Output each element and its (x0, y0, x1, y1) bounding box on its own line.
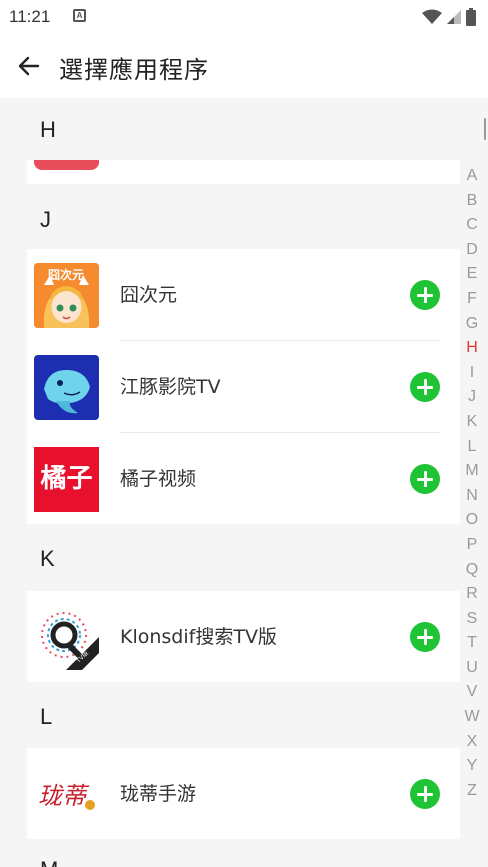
section-card-l: 珑蒂 珑蒂手游 (27, 748, 460, 839)
app-name: 珑蒂手游 (120, 783, 197, 805)
add-button[interactable] (410, 280, 440, 310)
alphabet-letter-w[interactable]: W (461, 705, 483, 730)
app-icon-partial[interactable] (34, 160, 99, 170)
wifi-icon (422, 9, 442, 24)
app-name: 江豚影院TV (120, 376, 221, 398)
app-bar: 選擇應用程序 (0, 34, 488, 98)
app-icon-label: 橘子 (40, 464, 93, 494)
magnifier-icon (41, 612, 99, 670)
add-button[interactable] (410, 464, 440, 494)
alphabet-letter-y[interactable]: Y (461, 754, 483, 779)
scrollbar[interactable] (484, 118, 486, 140)
section-header-j: J (40, 207, 51, 232)
status-bar: 11:21 A (0, 0, 488, 34)
app-icon-label: 珑蒂 (38, 782, 86, 810)
app-icon-label: 囧次元 (48, 268, 85, 282)
alphabet-letter-h[interactable]: H (461, 336, 483, 361)
alphabet-letter-z[interactable]: Z (461, 779, 483, 804)
alphabet-letter-r[interactable]: R (461, 582, 483, 607)
alphabet-letter-i[interactable]: I (461, 361, 483, 386)
list-item-app[interactable]: TV版 Klonsdif搜索TV版 (27, 591, 460, 683)
list-item-app[interactable]: 囧次元 囧次元 (27, 249, 460, 341)
alphabet-letter-b[interactable]: B (461, 189, 483, 214)
section-header-h: H (40, 117, 56, 142)
alphabet-letter-u[interactable]: U (461, 656, 483, 681)
app-name: 橘子视频 (120, 468, 197, 490)
alphabet-letter-n[interactable]: N (461, 484, 483, 509)
section-header-l: L (40, 704, 53, 729)
notification-icon: A (73, 9, 86, 22)
alphabet-letter-m[interactable]: M (461, 459, 483, 484)
alphabet-letter-g[interactable]: G (461, 312, 483, 337)
alphabet-letter-s[interactable]: S (461, 607, 483, 632)
alphabet-letter-c[interactable]: C (461, 213, 483, 238)
app-name: Klonsdif搜索TV版 (120, 626, 277, 648)
app-icon-jiangtun (34, 355, 99, 420)
page-title: 選擇應用程序 (59, 56, 209, 84)
list-item-app[interactable]: 珑蒂 珑蒂手游 (27, 748, 460, 840)
dolphin-icon (34, 355, 99, 420)
app-icon-jiongciyuan: 囧次元 (34, 263, 99, 328)
status-icons (422, 6, 476, 28)
back-button[interactable] (14, 51, 44, 81)
app-icon-klonsdif: TV版 (34, 605, 99, 670)
app-icon-longdi: 珑蒂 (34, 762, 99, 827)
add-button[interactable] (410, 622, 440, 652)
alphabet-letter-p[interactable]: P (461, 533, 483, 558)
list-item-app[interactable]: 江豚影院TV (27, 341, 460, 433)
app-name: 囧次元 (120, 284, 178, 306)
alphabet-letter-t[interactable]: T (461, 631, 483, 656)
alphabet-letter-k[interactable]: K (461, 410, 483, 435)
section-card-h (27, 160, 460, 184)
alphabet-letter-d[interactable]: D (461, 238, 483, 263)
app-icon-juzi: 橘子 (34, 447, 99, 512)
signal-icon (447, 10, 461, 24)
add-button[interactable] (410, 372, 440, 402)
battery-icon (466, 8, 476, 26)
alphabet-letter-v[interactable]: V (461, 680, 483, 705)
alphabet-letter-l[interactable]: L (461, 435, 483, 460)
alphabet-letter-a[interactable]: A (461, 164, 483, 189)
orange-dot-icon (85, 800, 95, 810)
alphabet-index[interactable]: ABCDEFGHIJKLMNOPQRSTUVWXYZ (461, 164, 483, 803)
section-header-k: K (40, 546, 55, 571)
alphabet-letter-x[interactable]: X (461, 730, 483, 755)
alphabet-letter-e[interactable]: E (461, 262, 483, 287)
alphabet-letter-f[interactable]: F (461, 287, 483, 312)
section-card-k: TV版 Klonsdif搜索TV版 (27, 591, 460, 682)
alphabet-letter-q[interactable]: Q (461, 558, 483, 583)
list-item-app[interactable]: 橘子 橘子视频 (27, 433, 460, 525)
add-button[interactable] (410, 779, 440, 809)
alphabet-letter-o[interactable]: O (461, 508, 483, 533)
section-header-m: M (40, 857, 58, 867)
alphabet-letter-j[interactable]: J (461, 385, 483, 410)
section-card-j: 囧次元 囧次元 江豚影院TV 橘子 橘子视频 (27, 249, 460, 524)
arrow-left-icon (18, 56, 40, 76)
status-time: 11:21 (9, 7, 51, 26)
